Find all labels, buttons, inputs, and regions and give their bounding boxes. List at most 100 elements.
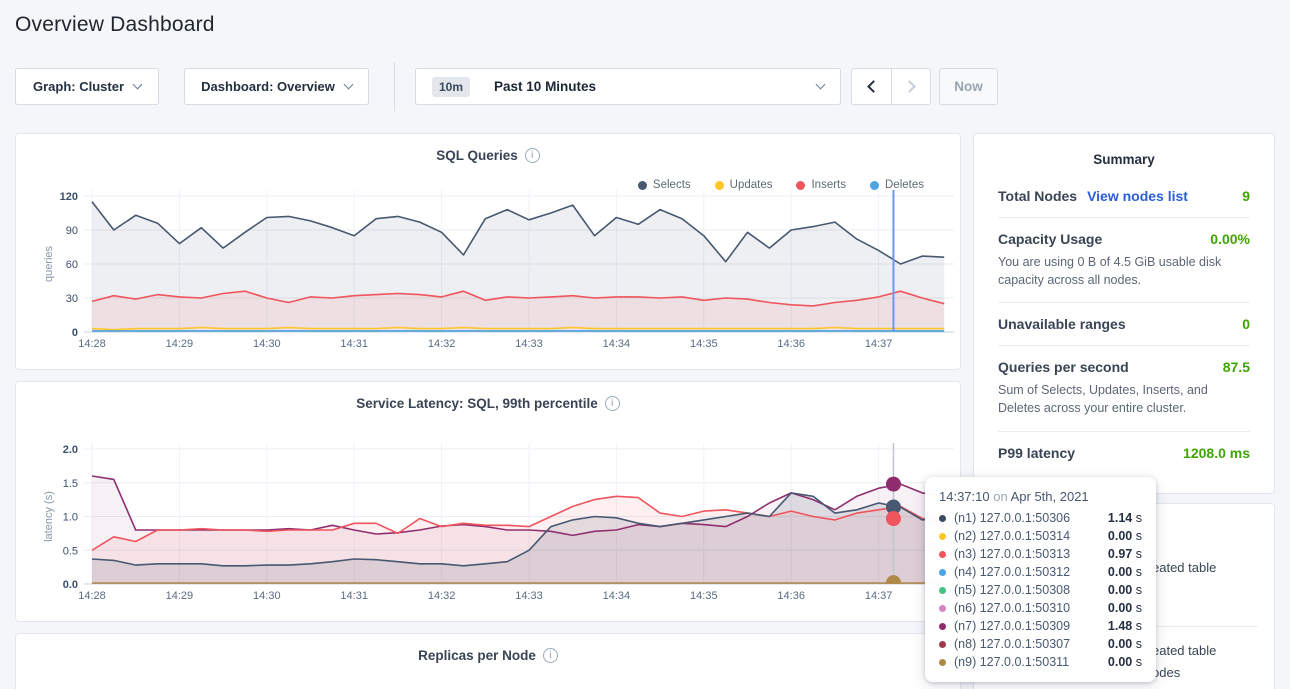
replicas-per-node-chart-card: Replicas per Node i bbox=[15, 633, 961, 689]
chart-title: Service Latency: SQL, 99th percentile i bbox=[16, 396, 960, 411]
chart-title: Replicas per Node i bbox=[16, 648, 960, 663]
summary-panel: Summary Total NodesView nodes list9Capac… bbox=[973, 133, 1275, 494]
series-dot-icon bbox=[939, 641, 946, 648]
time-range-label: Past 10 Minutes bbox=[494, 79, 596, 94]
tooltip-node-row: (n8) 127.0.0.1:503070.00 s bbox=[939, 635, 1142, 653]
graph-dropdown[interactable]: Graph: Cluster bbox=[15, 68, 159, 105]
svg-text:14:32: 14:32 bbox=[428, 338, 456, 350]
svg-text:14:35: 14:35 bbox=[690, 590, 718, 602]
summary-label: P99 latency bbox=[998, 445, 1075, 461]
tooltip-node-row: (n1) 127.0.0.1:50306 1.14 s bbox=[939, 509, 1142, 527]
sql-queries-chart[interactable]: 0 30 60 90 120 14:28 14:29 14:30 14:31 14:32 14:33… bbox=[16, 186, 960, 358]
svg-text:14:36: 14:36 bbox=[777, 590, 805, 602]
svg-text:14:29: 14:29 bbox=[166, 338, 194, 350]
page-title: Overview Dashboard bbox=[15, 13, 215, 37]
time-range-badge: 10m bbox=[432, 77, 470, 97]
summary-title: Summary bbox=[998, 152, 1250, 167]
svg-text:14:30: 14:30 bbox=[253, 338, 281, 350]
graph-dropdown-label: Graph: Cluster bbox=[33, 79, 124, 94]
chart-hover-tooltip: 14:37:10 on Apr 5th, 2021 (n1) 127.0.0.1… bbox=[925, 477, 1156, 682]
tooltip-node-row: (n6) 127.0.0.1:50310 0.00 s bbox=[939, 599, 1142, 617]
tooltip-node-latency: 1.48 s bbox=[1108, 619, 1142, 633]
series-dot-icon bbox=[939, 659, 946, 666]
tooltip-node-address: (n3) 127.0.0.1:50313 bbox=[954, 547, 1070, 561]
svg-text:14:35: 14:35 bbox=[690, 338, 718, 350]
tooltip-node-latency: 0.00 s bbox=[1108, 655, 1142, 669]
series-dot-icon bbox=[939, 605, 946, 612]
svg-text:1.5: 1.5 bbox=[63, 478, 78, 490]
chevron-down-icon bbox=[816, 80, 826, 90]
svg-text:14:34: 14:34 bbox=[603, 338, 631, 350]
tooltip-node-row: (n9) 127.0.0.1:50311 0.00 s bbox=[939, 653, 1142, 671]
tooltip-node-latency: 0.00 s bbox=[1108, 529, 1142, 543]
svg-text:0: 0 bbox=[72, 327, 78, 339]
now-button[interactable]: Now bbox=[939, 68, 998, 105]
chart-title: SQL Queries i bbox=[16, 148, 960, 163]
svg-text:30: 30 bbox=[66, 293, 78, 305]
time-nav-group bbox=[851, 68, 931, 105]
svg-text:1.0: 1.0 bbox=[63, 512, 78, 524]
svg-text:14:28: 14:28 bbox=[78, 338, 106, 350]
time-range-selector[interactable]: 10m Past 10 Minutes bbox=[415, 68, 841, 105]
summary-value: 0.00% bbox=[1210, 231, 1250, 247]
summary-row: P99 latency 1208.0 ms bbox=[998, 432, 1250, 474]
svg-text:14:29: 14:29 bbox=[166, 590, 194, 602]
summary-value: 9 bbox=[1242, 188, 1250, 204]
chevron-right-icon bbox=[903, 80, 916, 93]
svg-text:0.0: 0.0 bbox=[63, 579, 78, 591]
svg-text:14:30: 14:30 bbox=[253, 590, 281, 602]
tooltip-node-address: (n9) 127.0.0.1:50311 bbox=[954, 655, 1069, 669]
dashboard-dropdown[interactable]: Dashboard: Overview bbox=[184, 68, 369, 105]
series-dot-icon bbox=[939, 623, 946, 630]
time-next-button[interactable] bbox=[891, 69, 930, 104]
service-latency-chart[interactable]: 0.00.51.01.52.014:2814:2914:3014:3114:32… bbox=[16, 436, 960, 620]
time-prev-button[interactable] bbox=[852, 69, 891, 104]
tooltip-node-row: (n5) 127.0.0.1:50308 0.00 s bbox=[939, 581, 1142, 599]
svg-text:14:28: 14:28 bbox=[78, 590, 106, 602]
chevron-down-icon bbox=[133, 80, 143, 90]
svg-text:queries: queries bbox=[43, 245, 55, 282]
series-dot-icon bbox=[939, 533, 946, 540]
summary-value: 0 bbox=[1242, 316, 1250, 332]
svg-text:14:31: 14:31 bbox=[340, 338, 368, 350]
summary-row: Total Nodes View nodes list 9 bbox=[998, 175, 1250, 218]
tooltip-node-latency: 0.00 s bbox=[1108, 601, 1142, 615]
svg-text:120: 120 bbox=[60, 191, 78, 203]
series-dot-icon bbox=[939, 551, 946, 558]
tooltip-node-latency: 1.14 s bbox=[1108, 511, 1142, 525]
tooltip-node-latency: 0.00 s bbox=[1108, 637, 1142, 651]
svg-text:latency (s): latency (s) bbox=[43, 491, 55, 542]
svg-text:0.5: 0.5 bbox=[63, 545, 78, 557]
summary-value: 87.5 bbox=[1223, 359, 1250, 375]
tooltip-node-address: (n6) 127.0.0.1:50310 bbox=[954, 601, 1070, 615]
svg-text:14:34: 14:34 bbox=[603, 590, 631, 602]
svg-text:14:31: 14:31 bbox=[340, 590, 368, 602]
info-icon[interactable]: i bbox=[605, 396, 620, 411]
tooltip-node-latency: 0.00 s bbox=[1108, 583, 1142, 597]
info-icon[interactable]: i bbox=[525, 148, 540, 163]
info-icon[interactable]: i bbox=[543, 648, 558, 663]
event-item-fragment: eated table bbox=[1152, 643, 1216, 658]
summary-label: Total Nodes bbox=[998, 188, 1077, 204]
svg-text:60: 60 bbox=[66, 259, 78, 271]
tooltip-node-address: (n5) 127.0.0.1:50308 bbox=[954, 583, 1070, 597]
svg-text:90: 90 bbox=[66, 225, 78, 237]
tooltip-timestamp: 14:37:10 on Apr 5th, 2021 bbox=[939, 489, 1142, 504]
series-dot-icon bbox=[939, 515, 946, 522]
summary-description: Sum of Selects, Updates, Inserts, and De… bbox=[998, 381, 1250, 417]
svg-text:14:32: 14:32 bbox=[428, 590, 456, 602]
tooltip-node-latency: 0.97 s bbox=[1108, 547, 1142, 561]
summary-value: 1208.0 ms bbox=[1183, 445, 1250, 461]
svg-text:14:37: 14:37 bbox=[865, 590, 893, 602]
service-latency-chart-card: Service Latency: SQL, 99th percentile i … bbox=[15, 381, 961, 622]
sql-queries-chart-card: SQL Queries i SelectsUpdatesInsertsDelet… bbox=[15, 133, 961, 370]
view-nodes-list-link[interactable]: View nodes list bbox=[1087, 188, 1188, 204]
tooltip-node-address: (n7) 127.0.0.1:50309 bbox=[954, 619, 1070, 633]
tooltip-node-address: (n2) 127.0.0.1:50314 bbox=[954, 529, 1070, 543]
svg-text:14:33: 14:33 bbox=[515, 338, 543, 350]
tooltip-node-row: (n7) 127.0.0.1:50309 1.48 s bbox=[939, 617, 1142, 635]
event-item-fragment: eated table bbox=[1152, 560, 1216, 575]
tooltip-node-address: (n4) 127.0.0.1:50312 bbox=[954, 565, 1070, 579]
svg-text:14:37: 14:37 bbox=[865, 338, 893, 350]
tooltip-node-address: (n1) 127.0.0.1:50306 bbox=[954, 511, 1070, 525]
